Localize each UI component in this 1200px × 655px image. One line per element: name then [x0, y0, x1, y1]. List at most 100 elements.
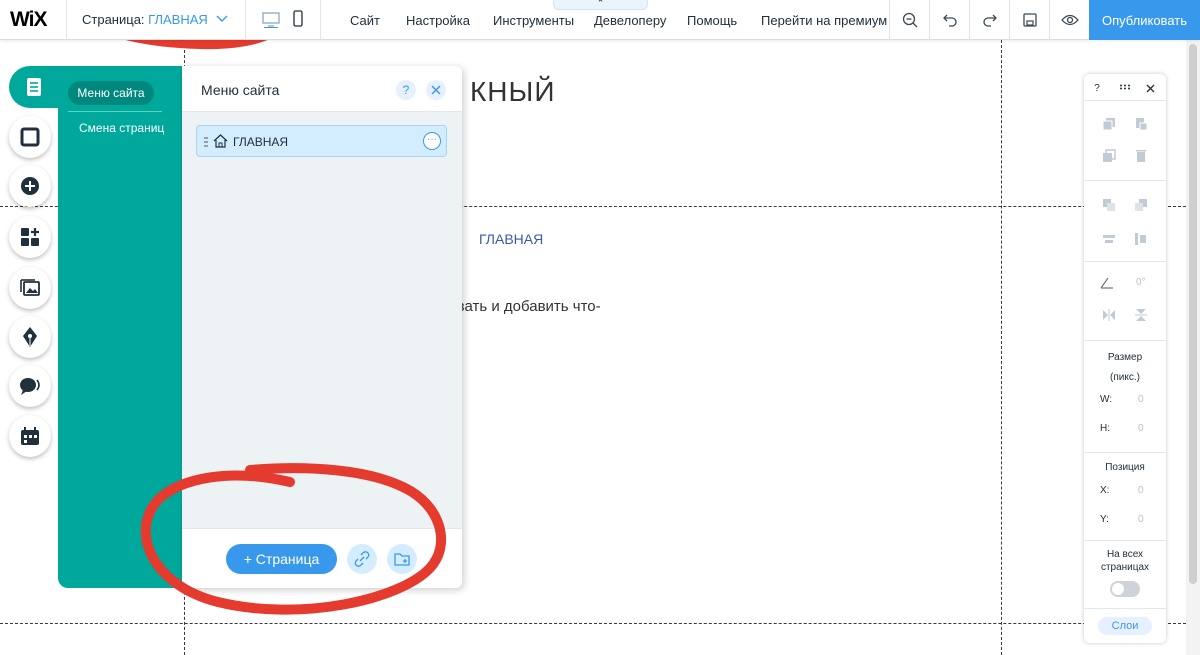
position-label: Позиция: [1105, 462, 1145, 473]
panel-title: Меню сайта: [201, 82, 280, 98]
menu-settings[interactable]: Настройка: [406, 13, 470, 28]
distribute-icon[interactable]: [1134, 232, 1148, 246]
copy-icon[interactable]: [1102, 117, 1116, 131]
y-field[interactable]: 0: [1138, 514, 1144, 525]
collapse-topbar-tab[interactable]: ⌃: [553, 0, 648, 10]
apps-icon: [21, 228, 39, 246]
divider: [1084, 100, 1166, 101]
site-paragraph[interactable]: ровать и добавить что-: [440, 298, 601, 315]
rotate-angle-icon[interactable]: [1100, 275, 1114, 289]
chat-button[interactable]: [9, 365, 51, 407]
drag-handle-icon[interactable]: [1119, 84, 1132, 90]
show-on-all-pages-toggle[interactable]: [1110, 581, 1140, 597]
editor-scrollbar[interactable]: [1186, 40, 1200, 655]
more-actions-icon[interactable]: ···: [423, 132, 441, 150]
pages-button[interactable]: [9, 66, 59, 108]
send-backward-icon[interactable]: [1134, 198, 1148, 212]
undo-button[interactable]: [929, 0, 969, 40]
bookings-button[interactable]: [9, 415, 51, 457]
nav-item-site-menu[interactable]: Меню сайта: [68, 81, 154, 105]
rotation-value[interactable]: 0°: [1136, 277, 1146, 288]
close-icon[interactable]: [1146, 84, 1155, 93]
y-label: Y:: [1100, 514, 1109, 525]
background-button[interactable]: [9, 116, 51, 158]
close-button[interactable]: [426, 80, 446, 100]
add-page-button[interactable]: + Страница: [226, 544, 337, 574]
desktop-icon[interactable]: [262, 10, 280, 28]
paste-icon[interactable]: [1134, 117, 1148, 131]
x-field[interactable]: 0: [1138, 485, 1144, 496]
help-button[interactable]: ?: [396, 80, 416, 100]
pages-list: ГЛАВНАЯ ···: [182, 112, 462, 528]
undo-icon: [942, 14, 957, 27]
panel-header: Меню сайта ?: [182, 66, 462, 112]
publish-button[interactable]: Опубликовать: [1089, 0, 1200, 40]
page-item[interactable]: ГЛАВНАЯ ···: [196, 125, 447, 157]
height-field[interactable]: 0: [1138, 423, 1144, 434]
apps-button[interactable]: [9, 216, 51, 258]
x-label: X:: [1100, 485, 1110, 496]
menu-tools[interactable]: Инструменты: [493, 13, 574, 28]
chevron-down-icon[interactable]: [216, 15, 228, 23]
size-unit: (пикс.): [1110, 372, 1140, 383]
layers-button[interactable]: Слои: [1098, 617, 1152, 635]
chat-icon: [20, 378, 40, 395]
divider: [1084, 540, 1166, 541]
eye-icon: [1060, 14, 1079, 26]
divider: [245, 0, 246, 40]
menu-upgrade[interactable]: Перейти на премиум: [761, 13, 887, 28]
redo-icon: [982, 14, 997, 27]
delete-icon[interactable]: [1134, 149, 1148, 163]
footer-guide: [0, 623, 1186, 624]
divider: [66, 0, 67, 40]
inspector-help-button[interactable]: ?: [1091, 83, 1103, 94]
redo-button[interactable]: [969, 0, 1009, 40]
show-on-all-pages-label: На всех страницах: [1100, 549, 1150, 573]
bring-forward-icon[interactable]: [1102, 198, 1116, 212]
wix-logo[interactable]: WiX: [10, 8, 47, 32]
menu-developer[interactable]: Девелоперу: [594, 13, 666, 28]
help-icon: ?: [402, 83, 410, 97]
save-icon: [1022, 13, 1037, 27]
flip-vertical-icon[interactable]: [1134, 308, 1148, 322]
drag-handle-icon[interactable]: [204, 137, 208, 147]
add-button[interactable]: [9, 165, 51, 207]
menu-site[interactable]: Сайт: [350, 13, 380, 28]
page-item-label: ГЛАВНАЯ: [233, 135, 289, 149]
site-menu-link[interactable]: ГЛАВНАЯ: [479, 231, 543, 247]
wix-editor: КНЫЙ ГЛАВНАЯ ровать и добавить что- WiX …: [0, 0, 1200, 655]
divider: [320, 0, 321, 40]
media-icon: [20, 279, 40, 296]
duplicate-icon[interactable]: [1102, 149, 1116, 163]
divider: [1084, 180, 1166, 181]
pages-icon: [27, 78, 41, 96]
mobile-icon[interactable]: [289, 10, 307, 28]
width-field[interactable]: 0: [1138, 394, 1144, 405]
media-button[interactable]: [9, 267, 51, 309]
pages-nav-panel: [58, 66, 184, 588]
close-icon: [431, 85, 441, 95]
home-icon: [213, 134, 228, 148]
flip-horizontal-icon[interactable]: [1102, 308, 1116, 322]
panel-footer: + Страница: [182, 528, 462, 588]
scrollbar-thumb[interactable]: [1189, 44, 1197, 584]
zoom-button[interactable]: [889, 0, 929, 40]
link-icon: [354, 551, 370, 567]
divider: [68, 111, 162, 112]
blog-button[interactable]: [9, 316, 51, 358]
save-button[interactable]: [1009, 0, 1049, 40]
nav-item-transitions[interactable]: Смена страниц: [79, 121, 164, 135]
add-folder-button[interactable]: [387, 544, 417, 574]
menu-help[interactable]: Помощь: [687, 13, 737, 28]
add-link-button[interactable]: [347, 544, 377, 574]
folder-icon: [394, 553, 410, 566]
chevron-up-icon: ⌃: [596, 0, 605, 8]
align-icon[interactable]: [1102, 232, 1116, 246]
site-title[interactable]: КНЫЙ: [470, 76, 555, 108]
width-label: W:: [1100, 394, 1113, 405]
page-selector-value: ГЛАВНАЯ: [148, 12, 208, 27]
preview-button[interactable]: [1049, 0, 1089, 40]
height-label: H:: [1100, 423, 1110, 434]
page-selector[interactable]: Страница: ГЛАВНАЯ: [82, 12, 208, 27]
divider: [1084, 608, 1166, 609]
